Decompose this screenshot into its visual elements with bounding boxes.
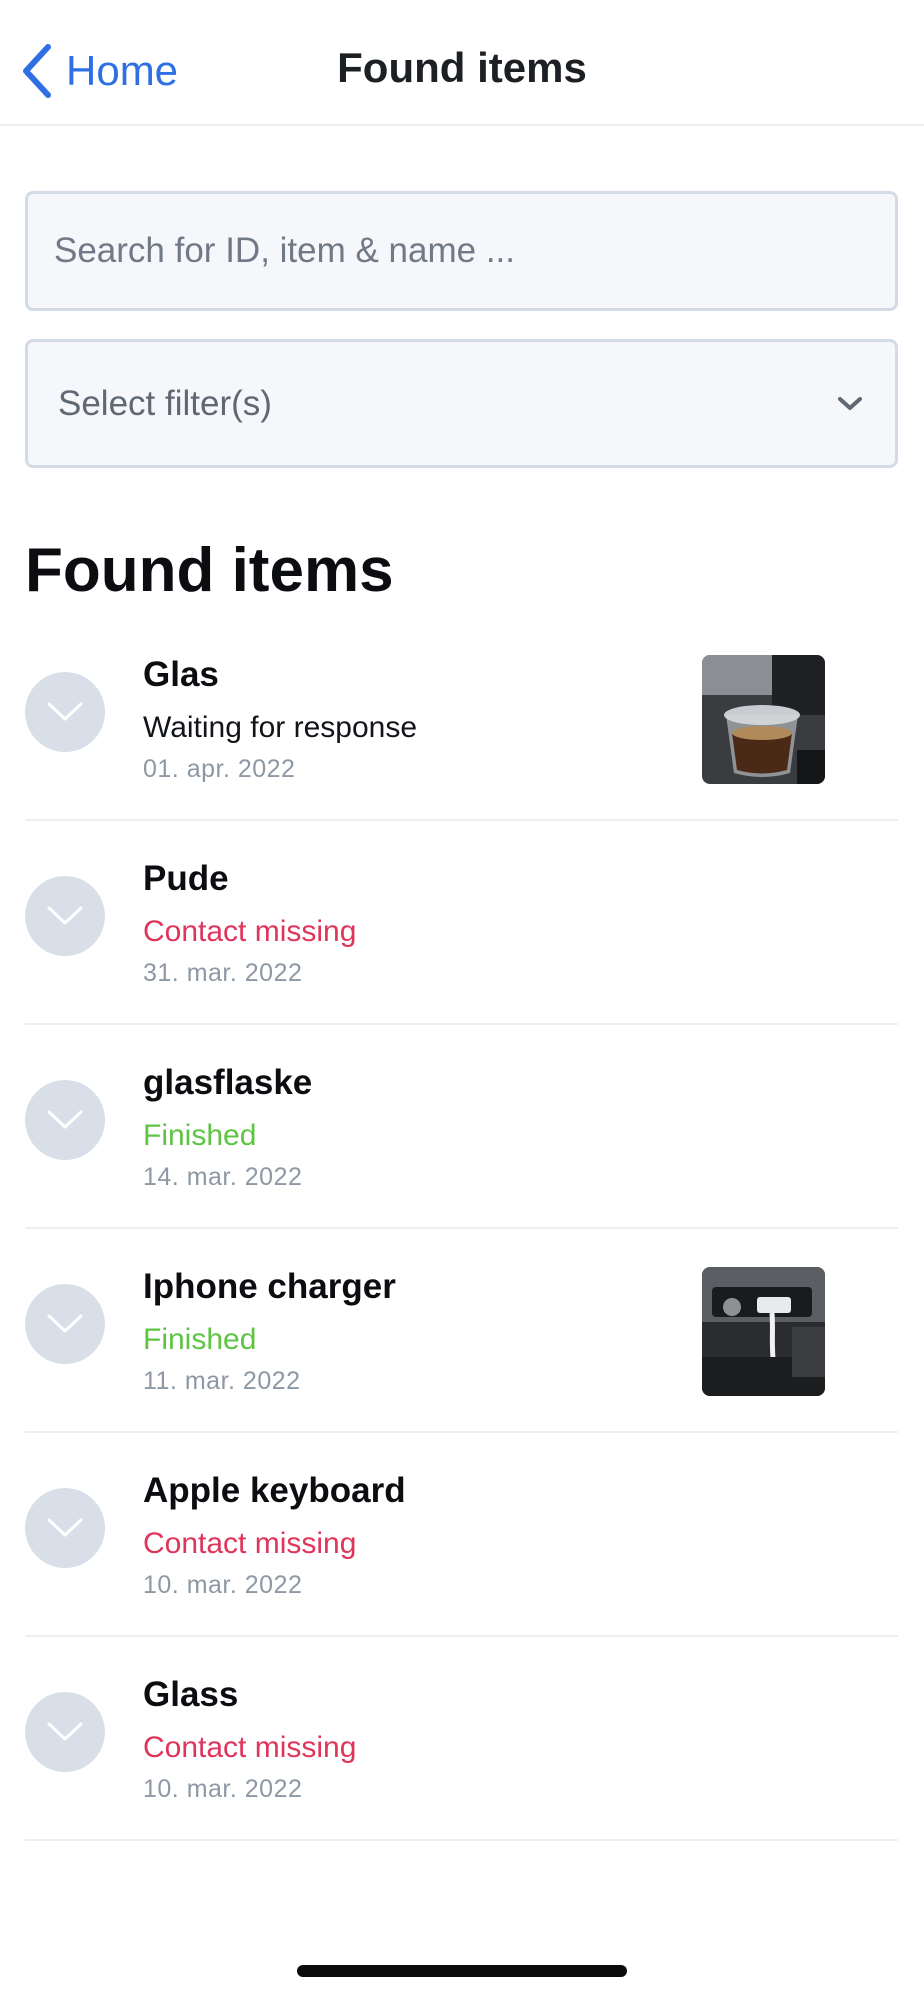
section-title: Found items	[25, 536, 394, 605]
item-title: Apple keyboard	[143, 1471, 406, 1510]
chevron-down-icon	[47, 1518, 83, 1537]
list-item[interactable]: Glass Contact missing 10. mar. 2022	[25, 1637, 898, 1841]
item-status: Contact missing	[143, 1731, 357, 1764]
filter-select[interactable]: Select filter(s)	[25, 339, 898, 468]
home-indicator	[297, 1965, 627, 1977]
expand-toggle[interactable]	[25, 672, 105, 752]
chevron-down-icon	[838, 396, 862, 410]
navigation-bar: Home Found items	[0, 0, 924, 126]
list-item[interactable]: Glas Waiting for response 01. apr. 2022	[25, 617, 898, 821]
item-date: 11. mar. 2022	[143, 1367, 301, 1395]
chevron-down-icon	[47, 1110, 83, 1129]
list-item[interactable]: Iphone charger Finished 11. mar. 2022	[25, 1229, 898, 1433]
expand-toggle[interactable]	[25, 1692, 105, 1772]
item-date: 01. apr. 2022	[143, 755, 296, 783]
item-status: Contact missing	[143, 915, 357, 948]
search-box[interactable]	[25, 191, 898, 311]
found-items-list: Glas Waiting for response 01. apr. 2022 Pud…	[25, 617, 898, 1841]
list-item[interactable]: Apple keyboard Contact missing 10. mar. 20…	[25, 1433, 898, 1637]
page-title: Found items	[337, 44, 587, 91]
item-status: Finished	[143, 1119, 257, 1152]
list-item[interactable]: glasflaske Finished 14. mar. 2022	[25, 1025, 898, 1229]
item-title: Iphone charger	[143, 1267, 396, 1306]
chevron-down-icon	[47, 1722, 83, 1741]
item-thumbnail[interactable]	[702, 655, 825, 784]
list-item[interactable]: Pude Contact missing 31. mar. 2022	[25, 821, 898, 1025]
item-title: Glass	[143, 1675, 239, 1714]
chevron-down-icon	[47, 1314, 83, 1333]
item-thumbnail[interactable]	[702, 1267, 825, 1396]
expand-toggle[interactable]	[25, 876, 105, 956]
item-title: glasflaske	[143, 1063, 313, 1102]
item-date: 10. mar. 2022	[143, 1775, 303, 1803]
filter-label: Select filter(s)	[58, 383, 272, 423]
item-status: Finished	[143, 1323, 257, 1356]
item-title: Pude	[143, 859, 229, 898]
item-date: 10. mar. 2022	[143, 1571, 303, 1599]
expand-toggle[interactable]	[25, 1488, 105, 1568]
expand-toggle[interactable]	[25, 1284, 105, 1364]
search-input[interactable]	[52, 230, 871, 272]
item-status: Waiting for response	[143, 711, 418, 744]
expand-toggle[interactable]	[25, 1080, 105, 1160]
item-status: Contact missing	[143, 1527, 357, 1560]
chevron-down-icon	[47, 906, 83, 925]
item-date: 31. mar. 2022	[143, 959, 303, 987]
chevron-down-icon	[47, 702, 83, 721]
item-title: Glas	[143, 655, 219, 694]
item-date: 14. mar. 2022	[143, 1163, 303, 1191]
